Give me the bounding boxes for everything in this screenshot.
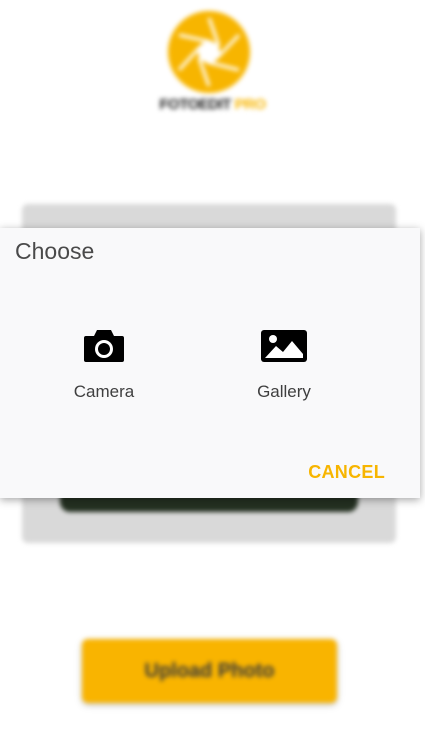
choose-source-dialog: Choose Camera Gallery CANCEL [0, 228, 420, 498]
brand-name: FOTOEDIT PRO [0, 96, 425, 113]
upload-photo-button[interactable]: Upload Photo [82, 639, 337, 703]
gallery-option-label: Gallery [257, 382, 311, 401]
dialog-title: Choose [15, 238, 95, 264]
upload-photo-button-label: Upload Photo [144, 659, 275, 682]
cancel-button[interactable]: CANCEL [308, 462, 385, 483]
image-icon [261, 330, 307, 362]
brand-name-accent: PRO [234, 96, 267, 113]
camera-icon [84, 330, 124, 362]
aperture-logo-icon [168, 11, 250, 93]
camera-option-label: Camera [73, 382, 135, 401]
camera-option[interactable]: Camera [34, 328, 174, 402]
gallery-option[interactable]: Gallery [214, 328, 354, 402]
app-screen: FOTOEDIT PRO Upload Photo Choose Camera [0, 0, 425, 732]
brand-name-primary: FOTOEDIT [159, 96, 231, 113]
